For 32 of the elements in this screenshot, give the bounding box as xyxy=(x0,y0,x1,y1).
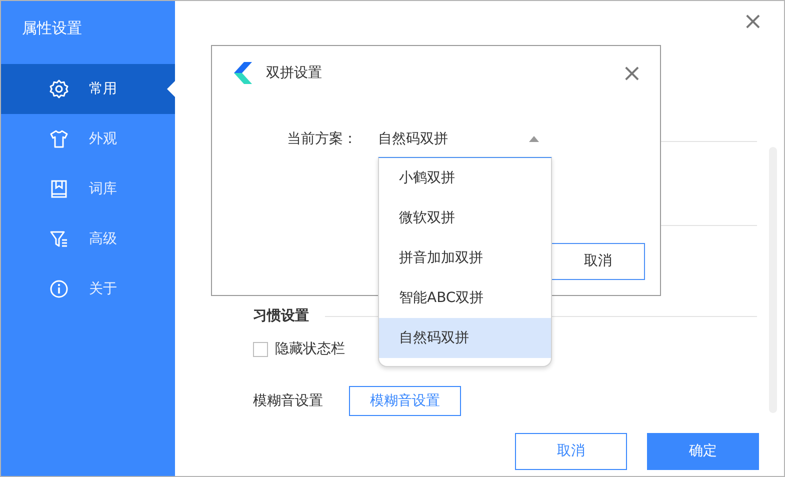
cancel-button[interactable]: 取消 xyxy=(551,243,645,280)
dropdown-option[interactable]: 微软双拼 xyxy=(379,198,551,238)
dropdown-option[interactable]: 自然码双拼 xyxy=(379,318,551,358)
confirm-button[interactable]: 确定 xyxy=(647,433,759,470)
selection-pointer xyxy=(167,81,175,97)
dialog-title: 双拼设置 xyxy=(266,64,323,82)
close-button[interactable]: × xyxy=(740,9,765,33)
gear-icon xyxy=(49,79,69,99)
checkbox[interactable] xyxy=(253,342,268,357)
checkbox-label: 隐藏状态栏 xyxy=(275,340,345,359)
window-title: 属性设置 xyxy=(22,18,82,39)
filter-icon xyxy=(49,229,69,249)
sidebar-item[interactable]: 外观 xyxy=(1,114,175,164)
shirt-icon xyxy=(49,129,69,149)
close-button[interactable]: × xyxy=(620,61,644,85)
section-heading: 习惯设置 xyxy=(253,307,309,326)
dropdown-option[interactable]: 拼音加加双拼 xyxy=(379,238,551,278)
field-label: 当前方案： xyxy=(287,130,357,148)
cancel-button[interactable]: 取消 xyxy=(515,433,627,470)
fuzzy-settings-button[interactable]: 模糊音设置 xyxy=(349,386,461,416)
sidebar-item[interactable]: 关于 xyxy=(1,264,175,314)
app-logo-icon xyxy=(234,62,252,84)
fuzzy-label: 模糊音设置 xyxy=(253,392,323,410)
dropdown-option[interactable]: 智能ABC双拼 xyxy=(379,278,551,318)
scheme-select[interactable]: 自然码双拼 xyxy=(371,125,545,153)
caret-icon xyxy=(529,136,539,142)
info-icon xyxy=(49,279,69,299)
sidebar-item[interactable]: 常用 xyxy=(1,64,175,114)
sidebar-item[interactable]: 高级 xyxy=(1,214,175,264)
book-icon xyxy=(49,179,69,199)
dropdown-option[interactable]: 小鹤双拼 xyxy=(379,158,551,198)
sidebar-item[interactable]: 词库 xyxy=(1,164,175,214)
